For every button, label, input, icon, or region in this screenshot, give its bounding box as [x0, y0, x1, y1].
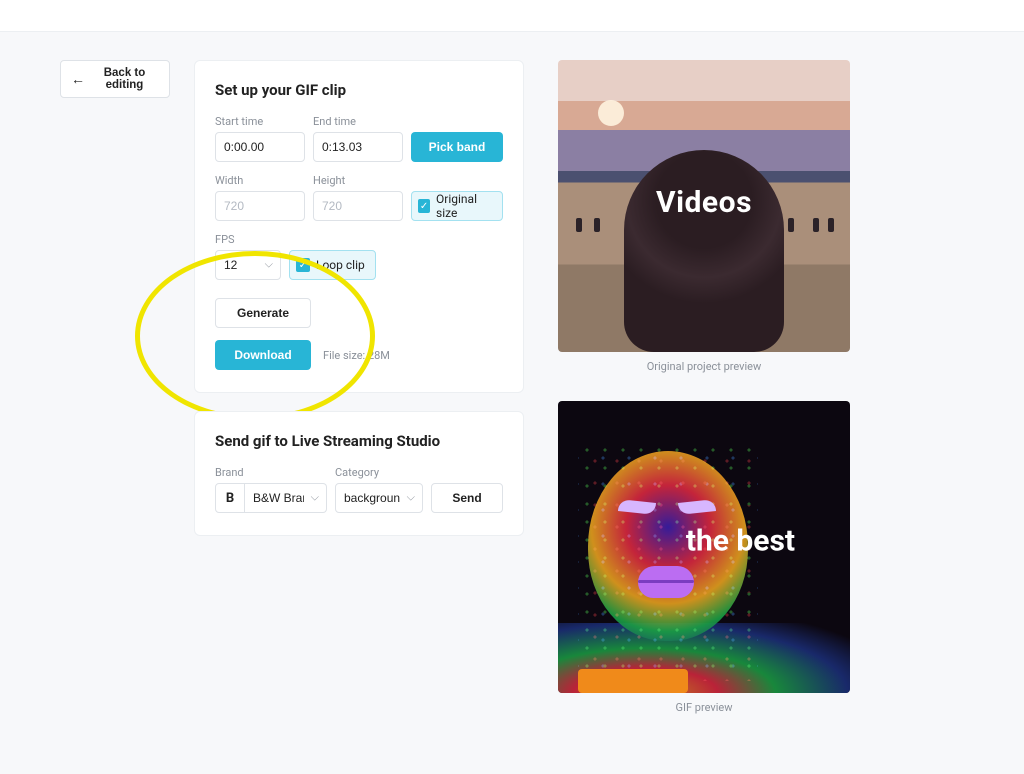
category-label: Category	[335, 466, 423, 479]
gif-setup-card: Set up your GIF clip Start time End time…	[194, 60, 524, 393]
left-column: ← Back to editing	[60, 60, 170, 98]
brand-select[interactable]: B&W Brand	[245, 483, 327, 513]
file-size-text: File size: 28M	[323, 349, 390, 362]
check-icon: ✓	[418, 199, 430, 213]
width-input[interactable]	[215, 191, 305, 221]
brand-label: Brand	[215, 466, 327, 479]
download-button[interactable]: Download	[215, 340, 311, 370]
start-time-input[interactable]	[215, 132, 305, 162]
height-label: Height	[313, 174, 403, 187]
page: ← Back to editing Set up your GIF clip S…	[0, 32, 1024, 774]
end-time-label: End time	[313, 115, 403, 128]
fps-label: FPS	[215, 233, 281, 246]
gif-preview: the best	[558, 401, 850, 693]
original-preview: Videos	[558, 60, 850, 352]
arrow-left-icon: ←	[71, 72, 85, 86]
send-button[interactable]: Send	[431, 483, 503, 513]
height-input[interactable]	[313, 191, 403, 221]
send-gif-card: Send gif to Live Streaming Studio Brand …	[194, 411, 524, 536]
gif-preview-caption: GIF preview	[558, 701, 850, 714]
loop-clip-checkbox[interactable]: ✓ Loop clip	[289, 250, 376, 280]
loop-clip-label: Loop clip	[316, 258, 365, 272]
original-preview-text: Videos	[656, 185, 752, 220]
original-size-checkbox[interactable]: ✓ Original size	[411, 191, 503, 221]
check-icon: ✓	[296, 258, 310, 272]
back-label: Back to editing	[90, 67, 159, 91]
gif-card-title: Set up your GIF clip	[215, 81, 503, 99]
original-preview-caption: Original project preview	[558, 360, 850, 373]
preview-column: Videos Original project preview the best…	[558, 60, 850, 734]
send-card-title: Send gif to Live Streaming Studio	[215, 432, 503, 450]
start-time-label: Start time	[215, 115, 305, 128]
top-bar	[0, 0, 1024, 32]
back-to-editing-button[interactable]: ← Back to editing	[60, 60, 170, 98]
original-size-label: Original size	[436, 192, 492, 220]
fps-select[interactable]: 12	[215, 250, 281, 280]
generate-button[interactable]: Generate	[215, 298, 311, 328]
category-select[interactable]: background	[335, 483, 423, 513]
pick-band-button[interactable]: Pick band	[411, 132, 503, 162]
settings-column: Set up your GIF clip Start time End time…	[194, 60, 524, 536]
end-time-input[interactable]	[313, 132, 403, 162]
brand-b-icon: B	[215, 483, 245, 513]
width-label: Width	[215, 174, 305, 187]
gif-preview-text: the best	[686, 524, 795, 559]
